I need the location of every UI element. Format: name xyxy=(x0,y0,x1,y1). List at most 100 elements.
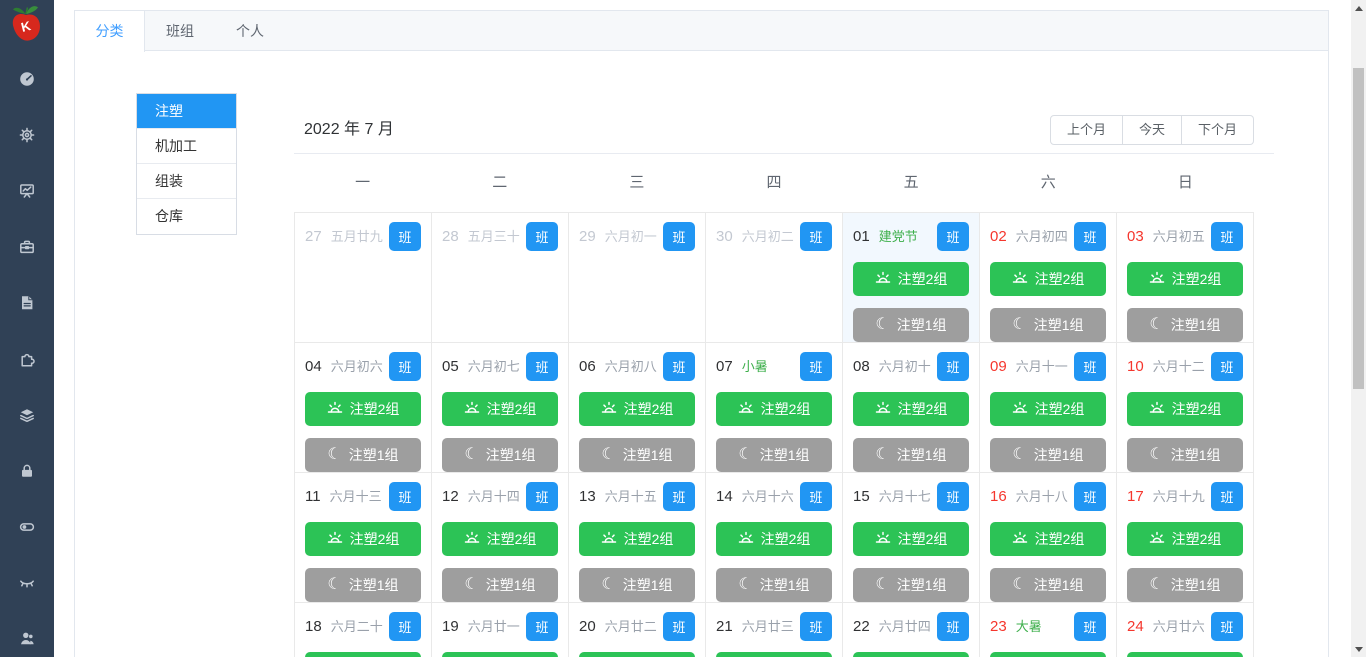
calendar-cell[interactable]: 06 六月初八班注塑2组 ☾ 注塑1组 xyxy=(568,342,706,473)
sidebar-item-users[interactable] xyxy=(0,625,54,651)
night-shift-button[interactable]: ☾ 注塑1组 xyxy=(1127,308,1243,342)
calendar-cell[interactable]: 19六月廿一班注塑2组☾注塑1组 xyxy=(431,602,569,657)
shift-badge[interactable]: 班 xyxy=(1074,612,1106,641)
calendar-cell[interactable]: 30 六月初二班 xyxy=(705,212,843,343)
day-shift-button[interactable]: 注塑2组 xyxy=(853,522,969,556)
night-shift-button[interactable]: ☾ 注塑1组 xyxy=(990,568,1106,602)
calendar-cell[interactable]: 28 五月三十班 xyxy=(431,212,569,343)
shift-badge[interactable]: 班 xyxy=(800,482,832,511)
day-shift-button[interactable]: 注塑2组 xyxy=(1127,652,1243,657)
night-shift-button[interactable]: ☾ 注塑1组 xyxy=(442,568,558,602)
day-shift-button[interactable]: 注塑2组 xyxy=(853,652,969,657)
tab-个人[interactable]: 个人 xyxy=(215,11,285,51)
night-shift-button[interactable]: ☾ 注塑1组 xyxy=(853,568,969,602)
shift-badge[interactable]: 班 xyxy=(1211,612,1243,641)
shift-badge[interactable]: 班 xyxy=(1211,482,1243,511)
sidebar-item-toggle[interactable] xyxy=(0,514,54,540)
day-shift-button[interactable]: 注塑2组 xyxy=(1127,522,1243,556)
day-shift-button[interactable]: 注塑2组 xyxy=(716,392,832,426)
night-shift-button[interactable]: ☾ 注塑1组 xyxy=(853,438,969,472)
night-shift-button[interactable]: ☾ 注塑1组 xyxy=(305,568,421,602)
night-shift-button[interactable]: ☾ 注塑1组 xyxy=(442,438,558,472)
night-shift-button[interactable]: ☾ 注塑1组 xyxy=(990,438,1106,472)
calendar-cell[interactable]: 21六月廿三班注塑2组☾注塑1组 xyxy=(705,602,843,657)
calendar-cell[interactable]: 10 六月十二班注塑2组 ☾ 注塑1组 xyxy=(1116,342,1254,473)
day-shift-button[interactable]: 注塑2组 xyxy=(442,522,558,556)
sidebar-item-lock[interactable] xyxy=(0,458,54,484)
calendar-cell[interactable]: 11 六月十三班注塑2组 ☾ 注塑1组 xyxy=(294,472,432,603)
shift-badge[interactable]: 班 xyxy=(1074,482,1106,511)
shift-badge[interactable]: 班 xyxy=(1211,222,1243,251)
shift-badge[interactable]: 班 xyxy=(663,482,695,511)
day-shift-button[interactable]: 注塑2组 xyxy=(579,652,695,657)
sidebar-item-eye-closed[interactable] xyxy=(0,570,54,596)
calendar-cell[interactable]: 17 六月十九班注塑2组 ☾ 注塑1组 xyxy=(1116,472,1254,603)
calendar-cell[interactable]: 29 六月初一班 xyxy=(568,212,706,343)
night-shift-button[interactable]: ☾ 注塑1组 xyxy=(990,308,1106,342)
calendar-cell[interactable]: 07 小暑 班注塑2组 ☾ 注塑1组 xyxy=(705,342,843,473)
day-shift-button[interactable]: 注塑2组 xyxy=(990,262,1106,296)
shift-badge[interactable]: 班 xyxy=(800,222,832,251)
sidebar-item-puzzle[interactable] xyxy=(0,346,54,372)
shift-badge[interactable]: 班 xyxy=(526,612,558,641)
shift-badge[interactable]: 班 xyxy=(937,222,969,251)
calendar-cell[interactable]: 18六月二十班注塑2组☾注塑1组 xyxy=(294,602,432,657)
scroll-down-icon[interactable] xyxy=(1351,641,1366,657)
calendar-cell[interactable]: 24六月廿六班注塑2组☾注塑1组 xyxy=(1116,602,1254,657)
night-shift-button[interactable]: ☾ 注塑1组 xyxy=(579,438,695,472)
calendar-cell[interactable]: 23大暑班注塑2组☾注塑1组 xyxy=(979,602,1117,657)
day-shift-button[interactable]: 注塑2组 xyxy=(716,652,832,657)
calendar-cell[interactable]: 27 五月廿九班 xyxy=(294,212,432,343)
vertical-scrollbar[interactable] xyxy=(1351,0,1366,657)
day-shift-button[interactable]: 注塑2组 xyxy=(853,262,969,296)
shift-badge[interactable]: 班 xyxy=(1074,352,1106,381)
calendar-cell[interactable]: 03 六月初五班注塑2组 ☾ 注塑1组 xyxy=(1116,212,1254,343)
category-item-仓库[interactable]: 仓库 xyxy=(137,199,236,234)
day-shift-button[interactable]: 注塑2组 xyxy=(716,522,832,556)
shift-badge[interactable]: 班 xyxy=(389,612,421,641)
sidebar-item-layers[interactable] xyxy=(0,402,54,428)
shift-badge[interactable]: 班 xyxy=(526,352,558,381)
day-shift-button[interactable]: 注塑2组 xyxy=(579,522,695,556)
next-month-button[interactable]: 下个月 xyxy=(1181,115,1254,145)
category-item-组装[interactable]: 组装 xyxy=(137,164,236,199)
shift-badge[interactable]: 班 xyxy=(800,612,832,641)
calendar-cell[interactable]: 22六月廿四班注塑2组☾注塑1组 xyxy=(842,602,980,657)
sidebar-item-briefcase[interactable] xyxy=(0,234,54,260)
day-shift-button[interactable]: 注塑2组 xyxy=(305,392,421,426)
night-shift-button[interactable]: ☾ 注塑1组 xyxy=(853,308,969,342)
shift-badge[interactable]: 班 xyxy=(937,612,969,641)
calendar-cell[interactable]: 16 六月十八班注塑2组 ☾ 注塑1组 xyxy=(979,472,1117,603)
calendar-cell[interactable]: 09 六月十一班注塑2组 ☾ 注塑1组 xyxy=(979,342,1117,473)
sidebar-item-document[interactable] xyxy=(0,290,54,316)
night-shift-button[interactable]: ☾ 注塑1组 xyxy=(579,568,695,602)
calendar-cell[interactable]: 05 六月初七班注塑2组 ☾ 注塑1组 xyxy=(431,342,569,473)
night-shift-button[interactable]: ☾ 注塑1组 xyxy=(716,568,832,602)
shift-badge[interactable]: 班 xyxy=(389,222,421,251)
night-shift-button[interactable]: ☾ 注塑1组 xyxy=(305,438,421,472)
calendar-cell[interactable]: 08 六月初十班注塑2组 ☾ 注塑1组 xyxy=(842,342,980,473)
app-logo[interactable]: K xyxy=(6,2,48,50)
day-shift-button[interactable]: 注塑2组 xyxy=(442,652,558,657)
today-button[interactable]: 今天 xyxy=(1122,115,1182,145)
night-shift-button[interactable]: ☾ 注塑1组 xyxy=(1127,438,1243,472)
day-shift-button[interactable]: 注塑2组 xyxy=(853,392,969,426)
shift-badge[interactable]: 班 xyxy=(937,482,969,511)
calendar-cell[interactable]: 15 六月十七班注塑2组 ☾ 注塑1组 xyxy=(842,472,980,603)
day-shift-button[interactable]: 注塑2组 xyxy=(579,392,695,426)
calendar-cell[interactable]: 04 六月初六班注塑2组 ☾ 注塑1组 xyxy=(294,342,432,473)
day-shift-button[interactable]: 注塑2组 xyxy=(990,522,1106,556)
scrollbar-thumb[interactable] xyxy=(1353,68,1364,389)
sidebar-item-monitor-chart[interactable] xyxy=(0,178,54,204)
calendar-cell[interactable]: 13 六月十五班注塑2组 ☾ 注塑1组 xyxy=(568,472,706,603)
shift-badge[interactable]: 班 xyxy=(389,352,421,381)
sidebar-item-dashboard[interactable] xyxy=(0,66,54,92)
calendar-cell[interactable]: 01 建党节 班注塑2组 ☾ 注塑1组 xyxy=(842,212,980,343)
prev-month-button[interactable]: 上个月 xyxy=(1049,115,1123,145)
calendar-cell[interactable]: 02 六月初四班注塑2组 ☾ 注塑1组 xyxy=(979,212,1117,343)
day-shift-button[interactable]: 注塑2组 xyxy=(990,392,1106,426)
shift-badge[interactable]: 班 xyxy=(526,482,558,511)
shift-badge[interactable]: 班 xyxy=(663,222,695,251)
scroll-up-icon[interactable] xyxy=(1351,0,1366,16)
tab-分类[interactable]: 分类 xyxy=(75,11,145,52)
